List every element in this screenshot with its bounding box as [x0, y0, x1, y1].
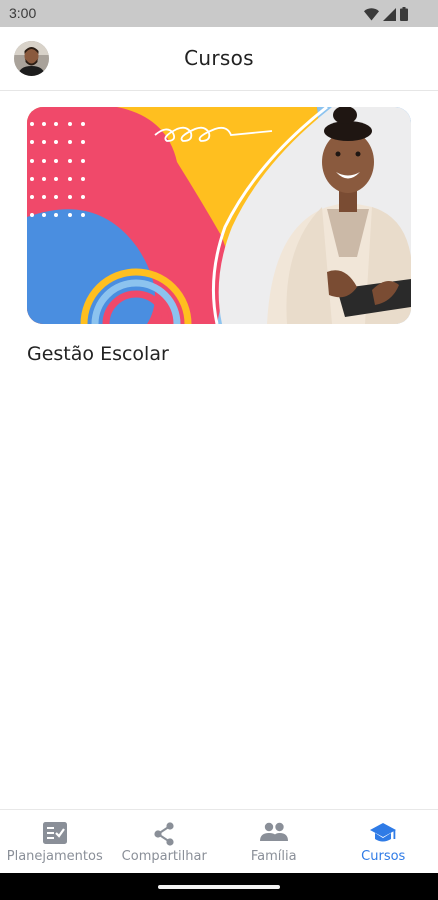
- page-title: Cursos: [184, 46, 254, 70]
- nav-label-compartilhar: Compartilhar: [121, 849, 207, 864]
- share-icon: [154, 822, 174, 846]
- status-time: 3:00: [9, 5, 37, 21]
- checklist-icon: [42, 822, 67, 844]
- status-icons: [364, 7, 408, 21]
- bottom-navigation: Planejamentos Compartilhar Família Curso…: [0, 809, 438, 874]
- home-gesture-handle[interactable]: [158, 885, 280, 889]
- wifi-icon: [364, 7, 379, 21]
- app-bar: Cursos: [0, 27, 438, 91]
- nav-item-planejamentos[interactable]: Planejamentos: [0, 810, 110, 874]
- family-icon: [259, 822, 288, 841]
- status-bar: 3:00: [0, 0, 438, 27]
- graduation-cap-icon: [370, 823, 397, 842]
- system-gesture-bar: [0, 873, 438, 900]
- nav-item-familia[interactable]: Família: [219, 810, 329, 874]
- signal-icon: [383, 7, 396, 21]
- nav-item-compartilhar[interactable]: Compartilhar: [110, 810, 220, 874]
- course-card[interactable]: [27, 107, 411, 324]
- nav-label-planejamentos: Planejamentos: [6, 849, 103, 864]
- nav-label-familia: Família: [250, 849, 297, 864]
- course-banner-image: [27, 107, 411, 324]
- battery-icon: [400, 7, 408, 21]
- nav-item-cursos[interactable]: Cursos: [329, 810, 438, 874]
- course-title[interactable]: Gestão Escolar: [27, 343, 169, 365]
- nav-label-cursos: Cursos: [361, 849, 406, 864]
